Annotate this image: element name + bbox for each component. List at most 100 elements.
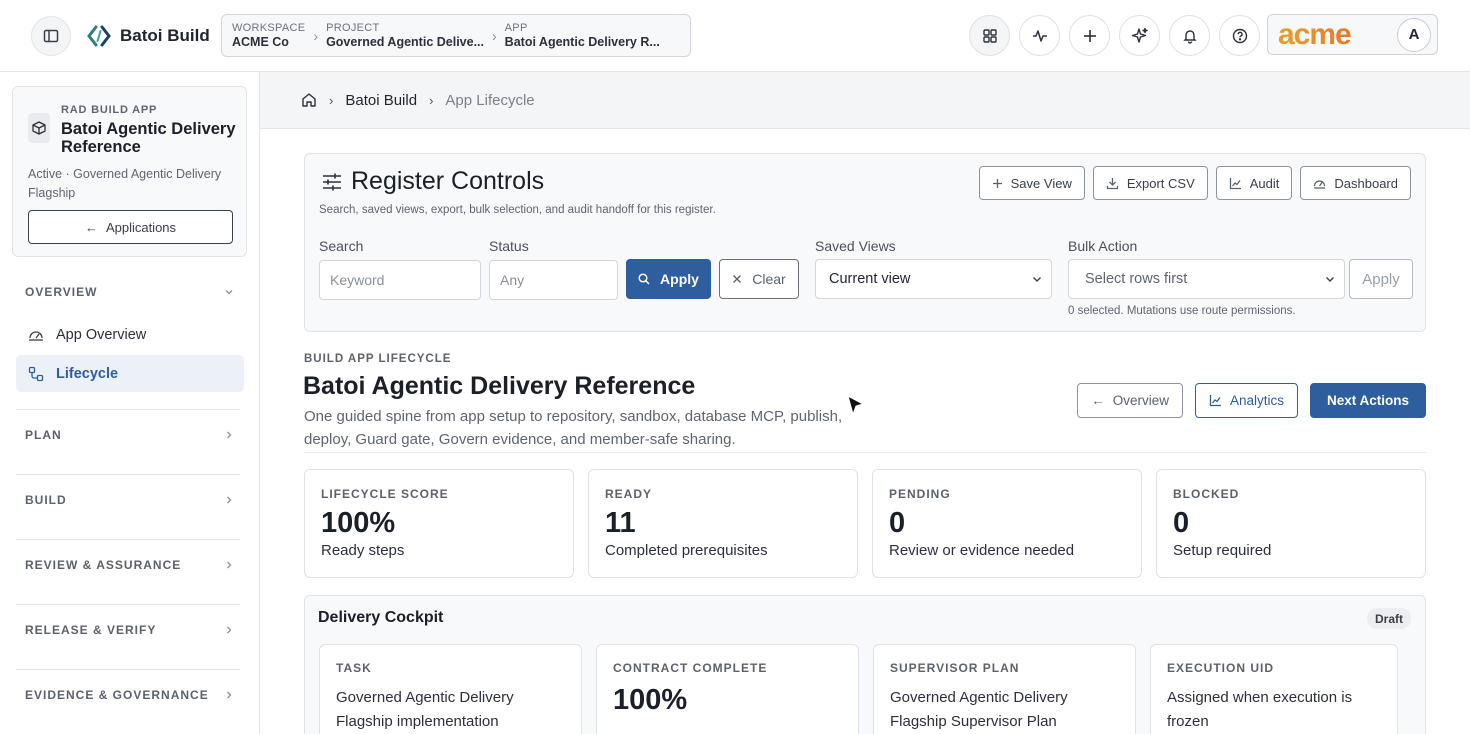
app-kicker: RAD BUILD APP [61,104,158,116]
audit-button[interactable]: Audit [1215,166,1293,200]
app-title: Batoi Agentic Delivery Reference [61,120,236,156]
stat-card-ready: READY 11 Completed prerequisites [588,469,858,578]
plus-icon [1083,29,1096,42]
register-controls-card: Register Controls Search, saved views, e… [304,153,1426,332]
saved-views-select[interactable]: Current view [815,259,1052,299]
save-view-button[interactable]: Save View [978,166,1085,200]
page-title: Batoi Agentic Delivery Reference [303,372,696,400]
nav-section-release-verify[interactable]: RELEASE & VERIFY [16,610,244,650]
status-label: Status [489,238,529,254]
chevron-right-icon [227,691,232,699]
chevron-right-icon [227,431,232,439]
nav-section-evidence-governance[interactable]: EVIDENCE & GOVERNANCE [16,675,244,715]
sidebar-toggle-button[interactable] [31,16,71,56]
sidebar-panel-icon [43,29,59,43]
divider [16,539,240,540]
chevron-right-icon [227,561,232,569]
grid-icon [982,28,997,43]
line-chart-icon [1229,177,1241,189]
nav-section-overview[interactable]: OVERVIEW [16,272,244,312]
plus-icon [992,178,1002,188]
help-button[interactable] [1219,15,1260,56]
breadcrumb-project[interactable]: PROJECT Governed Agentic Delive... [326,22,484,50]
search-icon [638,273,650,285]
context-breadcrumb[interactable]: WORKSPACE ACME Co › PROJECT Governed Age… [221,14,691,57]
breadcrumb-app[interactable]: APP Batoi Agentic Delivery R... [505,22,660,50]
arrow-left-icon: ← [1091,393,1105,408]
sidebar: RAD BUILD APP Batoi Agentic Delivery Ref… [0,72,260,734]
breadcrumb-workspace[interactable]: WORKSPACE ACME Co [232,22,305,50]
cockpit-tile-supervisor-plan: SUPERVISOR PLAN Governed Agentic Deliver… [873,644,1136,734]
saved-views-label: Saved Views [815,238,896,254]
sidebar-item-lifecycle[interactable]: Lifecycle [16,355,244,392]
org-logo: acme [1278,17,1352,51]
chevron-right-icon: › [429,92,434,108]
divider [16,409,240,410]
nav-section-plan[interactable]: PLAN [16,415,244,455]
divider [16,474,240,475]
app-box-icon [28,113,50,143]
help-icon [1232,28,1247,43]
apply-filter-button[interactable]: Apply [626,259,711,299]
top-actions [969,15,1260,56]
page-description: One guided spine from app setup to repos… [304,408,843,448]
activity-icon [1032,29,1047,42]
lifecycle-kicker: BUILD APP LIFECYCLE [304,353,452,365]
stat-card-pending: PENDING 0 Review or evidence needed [872,469,1142,578]
chevron-right-icon [227,496,232,504]
nav-section-build[interactable]: BUILD [16,480,244,520]
home-icon[interactable] [301,92,317,108]
gauge-icon [29,330,43,341]
dashboard-button[interactable]: Dashboard [1300,166,1411,200]
nav-section-review-assurance[interactable]: REVIEW & ASSURANCE [16,545,244,585]
chevron-right-icon [227,626,232,634]
create-button[interactable] [1069,15,1110,56]
bulk-action-label: Bulk Action [1068,238,1138,254]
applications-button[interactable]: ← Applications [28,210,233,244]
sparkle-icon [1131,27,1148,43]
cockpit-tile-contract: CONTRACT COMPLETE 100% [596,644,859,734]
next-actions-button[interactable]: Next Actions [1309,383,1426,418]
lifecycle-actions: ← Overview Analytics Next Actions [1077,383,1426,418]
brand[interactable]: Batoi Build [86,22,210,50]
status-input[interactable]: Any [489,260,618,300]
chevron-down-icon [1033,277,1041,282]
avatar[interactable]: A [1397,17,1431,52]
org-switcher[interactable]: acme A [1267,14,1438,55]
cockpit-tile-task: TASK Governed Agentic Delivery Flagship … [319,644,582,734]
app-card: RAD BUILD APP Batoi Agentic Delivery Ref… [12,86,247,257]
notifications-button[interactable] [1169,15,1210,56]
top-bar: Batoi Build WORKSPACE ACME Co › PROJECT … [0,0,1470,72]
breadcrumb-root-link[interactable]: Batoi Build [345,92,417,109]
stat-card-blocked: BLOCKED 0 Setup required [1156,469,1426,578]
search-input[interactable]: Keyword [319,260,481,300]
register-actions: Save View Export CSV Audit Dashboard [978,166,1411,200]
cockpit-title: Delivery Cockpit [318,609,444,626]
main-content: Register Controls Search, saved views, e… [260,129,1470,734]
app-status: Active · Governed Agentic Delivery Flags… [28,167,222,200]
clear-filter-button[interactable]: Clear [719,259,799,299]
sliders-icon [323,173,341,190]
breadcrumb-current: App Lifecycle [445,91,535,109]
export-csv-button[interactable]: Export CSV [1092,166,1208,200]
register-subtitle: Search, saved views, export, bulk select… [319,204,716,216]
overview-button[interactable]: ← Overview [1077,383,1183,418]
workflow-icon [28,366,44,381]
bulk-action-select[interactable]: Select rows first [1068,259,1345,299]
batoi-logo-icon [87,25,111,47]
apps-grid-button[interactable] [969,15,1010,56]
analytics-button[interactable]: Analytics [1194,383,1298,418]
arrow-left-icon: ← [84,219,98,235]
chevron-down-icon [1326,277,1334,282]
divider [304,452,1426,453]
close-icon [733,275,742,283]
search-label: Search [319,238,364,254]
selection-note: 0 selected. Mutations use route permissi… [1068,305,1296,317]
bulk-apply-button[interactable]: Apply [1349,259,1413,299]
sidebar-item-app-overview[interactable]: App Overview [16,316,244,353]
cockpit-tile-execution-uid: EXECUTION UID Assigned when execution is… [1150,644,1398,734]
activity-button[interactable] [1019,15,1060,56]
chevron-right-icon: › [492,27,497,44]
chevron-right-icon: › [329,92,334,108]
ai-assist-button[interactable] [1119,15,1160,56]
